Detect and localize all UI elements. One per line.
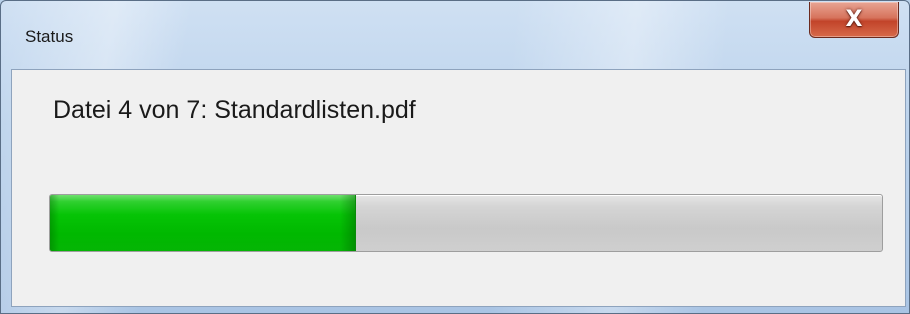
dialog-content: Datei 4 von 7: Standardlisten.pdf xyxy=(11,69,906,307)
progress-bar xyxy=(49,194,883,252)
progress-bar-fill xyxy=(50,195,357,251)
close-icon: X xyxy=(845,6,863,32)
status-message: Datei 4 von 7: Standardlisten.pdf xyxy=(53,96,416,124)
title-bar[interactable]: Status X xyxy=(1,1,909,45)
status-dialog-window: Status X Datei 4 von 7: Standardlisten.p… xyxy=(0,0,910,314)
window-title: Status xyxy=(25,27,74,46)
close-button[interactable]: X xyxy=(809,2,899,38)
